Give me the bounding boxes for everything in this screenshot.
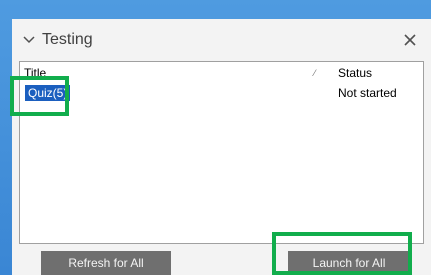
column-header-status[interactable]: Status bbox=[338, 66, 372, 80]
quiz-list[interactable]: Title ⁄ Status Quiz(5) Not started bbox=[19, 61, 424, 244]
row-title[interactable]: Quiz(5) bbox=[25, 85, 71, 101]
chevron-down-icon[interactable] bbox=[22, 33, 36, 47]
panel-header: Testing bbox=[12, 19, 431, 61]
launch-for-all-button[interactable]: Launch for All bbox=[288, 251, 410, 275]
close-icon[interactable] bbox=[401, 31, 419, 49]
refresh-for-all-button[interactable]: Refresh for All bbox=[41, 251, 171, 275]
sort-indicator-icon: ⁄ bbox=[314, 68, 316, 78]
testing-panel: Testing Title ⁄ Status Quiz(5) Not start… bbox=[12, 19, 431, 275]
column-header-title[interactable]: Title bbox=[24, 66, 46, 80]
table-row[interactable]: Quiz(5) Not started bbox=[20, 84, 423, 102]
row-status: Not started bbox=[338, 86, 397, 100]
panel-title: Testing bbox=[42, 31, 93, 48]
